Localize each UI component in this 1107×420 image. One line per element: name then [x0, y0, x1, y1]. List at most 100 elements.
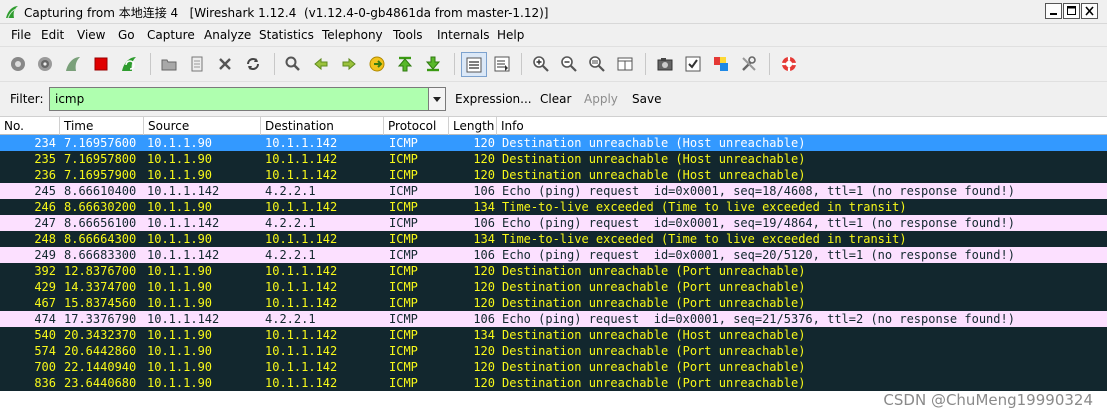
packet-row[interactable]: 700 22.1440940 10.1.1.90 10.1.1.142 ICMP 120 D… [0, 359, 1107, 375]
cell-length: 134 [473, 232, 495, 246]
packet-row[interactable]: 540 20.3432370 10.1.1.90 10.1.1.142 ICMP 134 D… [0, 327, 1107, 343]
close-file-icon[interactable] [216, 55, 234, 73]
cell-time: 14.3374700 [64, 280, 137, 294]
cell-time: 20.6442860 [64, 344, 137, 358]
find-packet-icon[interactable] [284, 55, 302, 73]
display-filters-icon[interactable] [684, 55, 702, 73]
filter-label: Filter: [10, 92, 44, 106]
cell-time: 8.66683300 [64, 248, 137, 262]
column-header-source[interactable]: Source [144, 117, 261, 135]
menu-edit[interactable]: Edit [41, 28, 64, 42]
coloring-rules-icon[interactable] [712, 55, 730, 73]
cell-source: 10.1.1.90 [147, 376, 213, 390]
go-to-packet-icon[interactable] [368, 55, 386, 73]
packet-row[interactable]: 234 7.16957600 10.1.1.90 10.1.1.142 ICMP 120 D… [0, 135, 1107, 151]
menu-telephony[interactable]: Telephony [322, 28, 383, 42]
cell-no: 540 [34, 328, 56, 342]
go-forward-icon[interactable] [340, 55, 358, 73]
save-filter-button[interactable]: Save [632, 92, 661, 106]
toolbar-separator [645, 53, 646, 75]
cell-no: 249 [34, 248, 56, 262]
packet-row[interactable]: 247 8.66656100 10.1.1.142 4.2.2.1 ICMP 106 Ech… [0, 215, 1107, 231]
toolbar-separator [454, 53, 455, 75]
menu-file[interactable]: File [11, 28, 31, 42]
cell-source: 10.1.1.90 [147, 152, 213, 166]
column-header-destination[interactable]: Destination [261, 117, 384, 135]
maximize-button[interactable] [1063, 3, 1080, 19]
packet-row[interactable]: 246 8.66630200 10.1.1.90 10.1.1.142 ICMP 134 T… [0, 199, 1107, 215]
display-filter-input[interactable] [49, 87, 429, 111]
restart-capture-icon[interactable] [120, 55, 138, 73]
maximize-icon [1067, 6, 1076, 15]
packet-row[interactable]: 429 14.3374700 10.1.1.90 10.1.1.142 ICMP 120 D… [0, 279, 1107, 295]
go-back-icon[interactable] [312, 55, 330, 73]
cell-length: 106 [473, 312, 495, 326]
watermark-text: CSDN @ChuMeng19990324 [883, 391, 1093, 409]
cell-destination: 10.1.1.142 [265, 360, 338, 374]
cell-no: 467 [34, 296, 56, 310]
resize-columns-icon[interactable] [616, 55, 634, 73]
menu-tools[interactable]: Tools [393, 28, 423, 42]
column-header-protocol[interactable]: Protocol [384, 117, 449, 135]
cell-protocol: ICMP [389, 184, 418, 198]
cell-source: 10.1.1.142 [147, 184, 220, 198]
save-file-icon[interactable] [188, 55, 206, 73]
close-button[interactable] [1081, 3, 1098, 19]
go-to-last-packet-icon[interactable] [424, 55, 442, 73]
preferences-icon[interactable] [740, 55, 758, 73]
auto-scroll-icon[interactable] [493, 55, 511, 73]
menu-statistics[interactable]: Statistics [259, 28, 314, 42]
packet-row[interactable]: 248 8.66664300 10.1.1.90 10.1.1.142 ICMP 134 T… [0, 231, 1107, 247]
go-to-first-packet-icon[interactable] [396, 55, 414, 73]
reload-icon[interactable] [244, 55, 262, 73]
menu-view[interactable]: View [77, 28, 105, 42]
packet-row[interactable]: 236 7.16957900 10.1.1.90 10.1.1.142 ICMP 120 D… [0, 167, 1107, 183]
cell-time: 15.8374560 [64, 296, 137, 310]
packet-row[interactable]: 245 8.66610400 10.1.1.142 4.2.2.1 ICMP 106 Ech… [0, 183, 1107, 199]
column-header-length[interactable]: Length [449, 117, 497, 135]
apply-button[interactable]: Apply [584, 92, 618, 106]
packet-row[interactable]: 574 20.6442860 10.1.1.90 10.1.1.142 ICMP 120 D… [0, 343, 1107, 359]
cell-destination: 10.1.1.142 [265, 232, 338, 246]
packet-row[interactable]: 249 8.66683300 10.1.1.142 4.2.2.1 ICMP 106 Ech… [0, 247, 1107, 263]
packet-row[interactable]: 235 7.16957800 10.1.1.90 10.1.1.142 ICMP 120 D… [0, 151, 1107, 167]
cell-info: Destination unreachable (Port unreachabl… [502, 280, 806, 294]
cell-time: 20.3432370 [64, 328, 137, 342]
capture-options-icon[interactable] [36, 55, 54, 73]
toolbar-separator [150, 53, 151, 75]
packet-row[interactable]: 836 23.6440680 10.1.1.90 10.1.1.142 ICMP 120 D… [0, 375, 1107, 391]
capture-filters-icon[interactable] [656, 55, 674, 73]
filter-dropdown-button[interactable] [428, 87, 446, 111]
packet-row[interactable]: 392 12.8376700 10.1.1.90 10.1.1.142 ICMP 120 D… [0, 263, 1107, 279]
cell-time: 8.66630200 [64, 200, 137, 214]
menu-help[interactable]: Help [497, 28, 524, 42]
minimize-button[interactable] [1045, 3, 1062, 19]
stop-capture-icon[interactable] [92, 55, 110, 73]
cell-no: 700 [34, 360, 56, 374]
cell-source: 10.1.1.90 [147, 168, 213, 182]
zoom-in-icon[interactable] [532, 55, 550, 73]
menu-internals[interactable]: Internals [437, 28, 490, 42]
normal-size-icon[interactable] [588, 55, 606, 73]
open-file-icon[interactable] [160, 55, 178, 73]
menu-go[interactable]: Go [118, 28, 135, 42]
cell-no: 474 [34, 312, 56, 326]
packet-row[interactable]: 467 15.8374560 10.1.1.90 10.1.1.142 ICMP 120 D… [0, 295, 1107, 311]
menu-capture[interactable]: Capture [147, 28, 195, 42]
interfaces-icon[interactable] [9, 55, 27, 73]
zoom-out-icon[interactable] [560, 55, 578, 73]
cell-protocol: ICMP [389, 200, 418, 214]
cell-destination: 4.2.2.1 [265, 216, 316, 230]
start-capture-fin-icon[interactable] [64, 55, 82, 73]
colorize-toggle[interactable] [461, 52, 487, 77]
column-header-info[interactable]: Info [497, 117, 1107, 135]
cell-length: 134 [473, 328, 495, 342]
help-lifebuoy-icon[interactable] [780, 55, 798, 73]
packet-row[interactable]: 474 17.3376790 10.1.1.142 4.2.2.1 ICMP 106 Ech… [0, 311, 1107, 327]
column-header-time[interactable]: Time [60, 117, 144, 135]
clear-button[interactable]: Clear [540, 92, 571, 106]
expression-button[interactable]: Expression... [455, 92, 532, 106]
column-header-no[interactable]: No. [0, 117, 60, 135]
cell-source: 10.1.1.90 [147, 344, 213, 358]
menu-analyze[interactable]: Analyze [204, 28, 251, 42]
